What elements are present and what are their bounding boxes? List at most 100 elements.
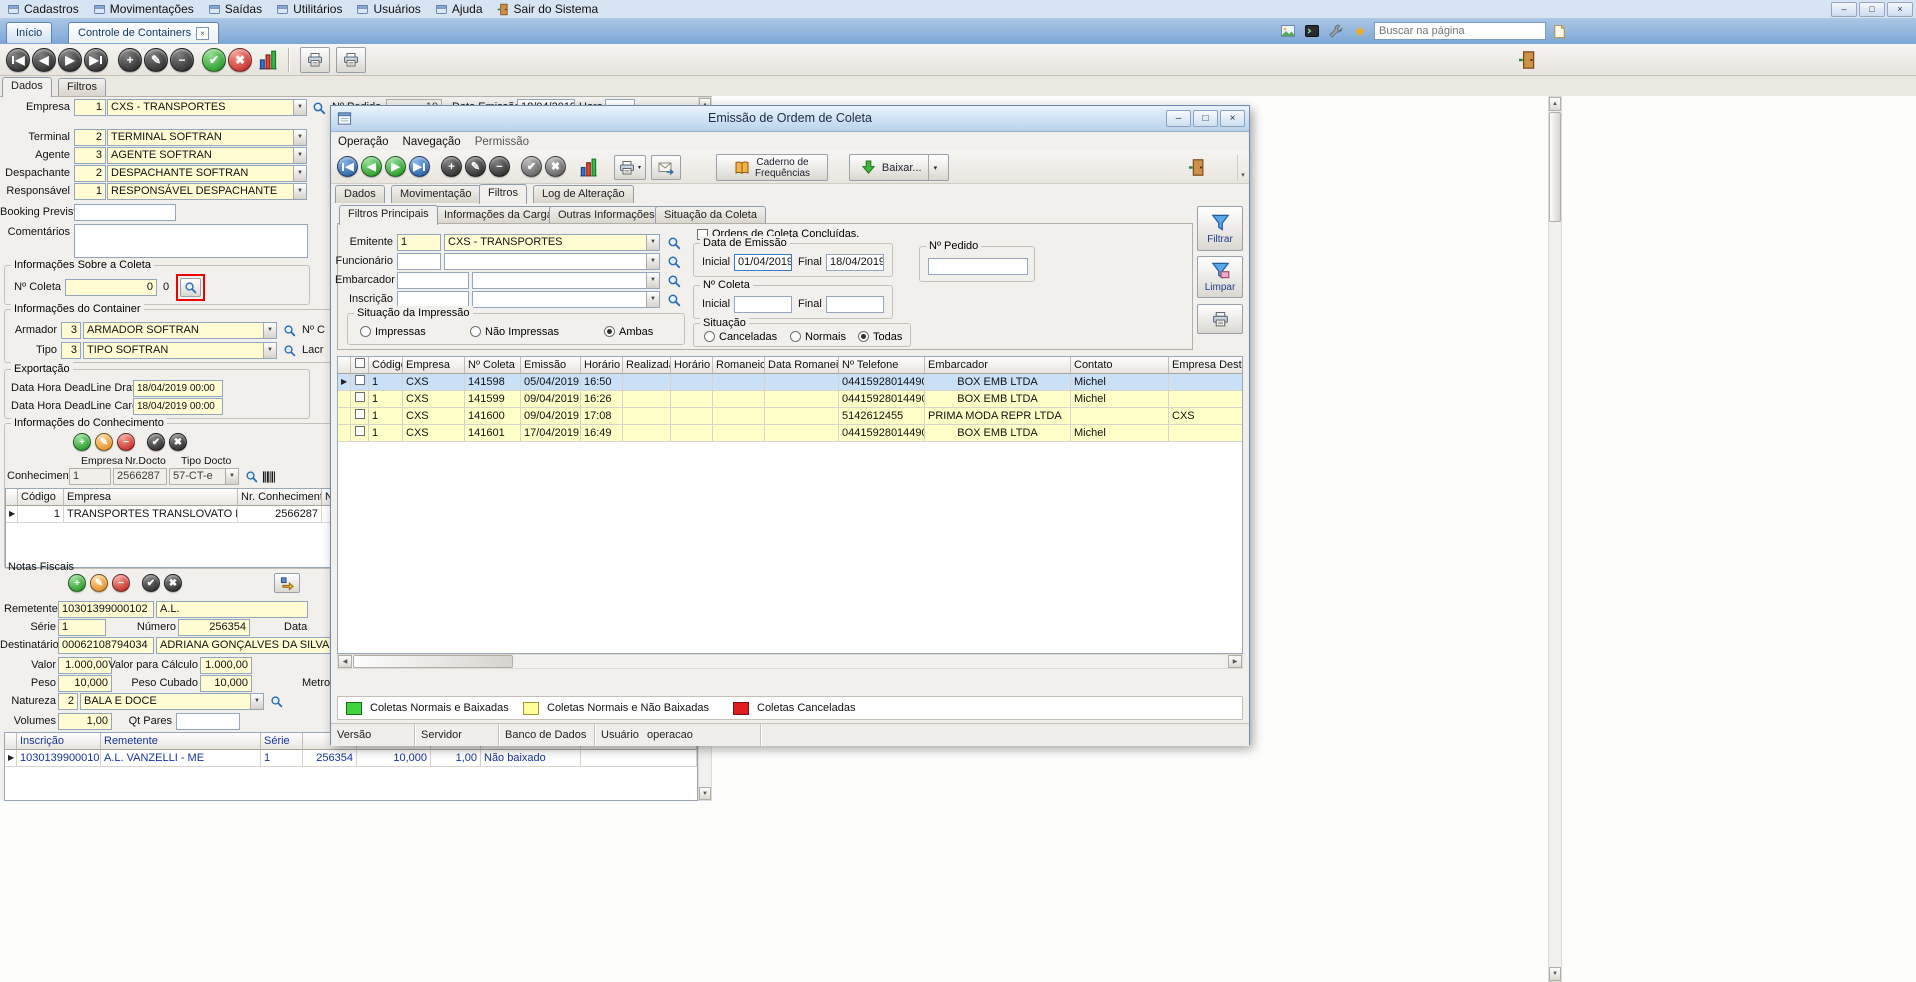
grid-row[interactable]: 1 CXS 141600 09/04/2019 17:08 5142612455… xyxy=(338,408,1242,425)
despachante-combo[interactable]: DESPACHANTE SOFTRAN▼ xyxy=(107,165,307,182)
grid-horizontal-scrollbar[interactable]: ◀ ▶ xyxy=(337,654,1243,669)
window-maximize-button[interactable]: □ xyxy=(1859,2,1885,17)
notas-confirm-button[interactable]: ✔ xyxy=(142,574,160,592)
tab-movimentacao[interactable]: Movimentação xyxy=(391,185,481,203)
scroll-up-button[interactable]: ▲ xyxy=(1549,97,1561,111)
deadline-carga-field[interactable]: 18/04/2019 00:00 xyxy=(133,398,223,415)
dropdown-arrow-icon[interactable]: ▾ xyxy=(638,164,641,171)
emitente-search-icon[interactable] xyxy=(667,236,681,250)
previous-record-button[interactable]: ◀ xyxy=(361,156,382,177)
main-content-scrollbar[interactable]: ▲ ▼ xyxy=(1548,96,1562,982)
tab-filtros[interactable]: Filtros xyxy=(479,184,527,204)
dialog-maximize-button[interactable]: □ xyxy=(1193,110,1218,127)
menu-utilitarios[interactable]: Utilitários xyxy=(269,0,349,18)
first-record-button[interactable]: ◀ xyxy=(337,156,358,177)
conhecimento-search-icon[interactable] xyxy=(245,470,258,483)
natureza-code-field[interactable]: 2 xyxy=(58,693,78,710)
chart-icon[interactable] xyxy=(258,50,278,70)
confirm-button[interactable]: ✔ xyxy=(202,48,226,72)
funcionario-code-field[interactable] xyxy=(397,253,441,270)
caderno-frequencias-button[interactable]: Caderno de Frequências xyxy=(716,154,828,181)
limpar-button[interactable]: Limpar xyxy=(1197,256,1243,298)
tipo-search-icon[interactable] xyxy=(283,344,296,357)
armador-search-icon[interactable] xyxy=(283,324,296,337)
scrollbar-thumb[interactable] xyxy=(353,655,513,668)
comentarios-field[interactable] xyxy=(74,224,308,258)
coleta-inicial-field[interactable] xyxy=(734,296,792,313)
print-button[interactable]: ▾ xyxy=(614,155,646,180)
conhecimento-table[interactable]: Código Empresa Nr. Conhecimento N ▶ 1 TR… xyxy=(5,488,337,568)
chart-icon[interactable] xyxy=(579,158,598,177)
radio-ambas[interactable]: Ambas xyxy=(604,325,653,338)
search-input[interactable] xyxy=(1374,22,1546,40)
add-record-button[interactable]: + xyxy=(441,156,462,177)
grid-row[interactable]: 1 CXS 141599 09/04/2019 16:26 0441592801… xyxy=(338,391,1242,408)
notas-import-button[interactable] xyxy=(274,573,300,593)
responsavel-code-field[interactable]: 1 xyxy=(74,183,106,200)
inscricao-search-icon[interactable] xyxy=(667,293,681,307)
emitente-combo[interactable]: CXS - TRANSPORTES▼ xyxy=(444,234,660,251)
row-checkbox[interactable] xyxy=(355,375,365,385)
radio-todas[interactable]: Todas xyxy=(858,330,902,343)
subtab-situacao-coleta[interactable]: Situação da Coleta xyxy=(655,206,766,224)
tipo-combo[interactable]: TIPO SOFTRAN▼ xyxy=(83,342,277,359)
radio-canceladas[interactable]: Canceladas xyxy=(704,330,777,343)
conhecimento-empresa-field[interactable]: 1 xyxy=(69,468,111,485)
conhecimento-edit-button[interactable]: ✎ xyxy=(95,433,113,451)
chevron-down-icon[interactable]: ▼ xyxy=(250,694,263,709)
console-icon[interactable] xyxy=(1302,21,1322,41)
notas-delete-button[interactable]: − xyxy=(112,574,130,592)
page-icon[interactable] xyxy=(1549,21,1569,41)
radio-nao-impressas[interactable]: Não Impressas xyxy=(470,325,559,338)
notas-edit-button[interactable]: ✎ xyxy=(90,574,108,592)
export-send-button[interactable] xyxy=(651,155,681,180)
embarcador-code-field[interactable] xyxy=(397,272,469,289)
row-checkbox[interactable] xyxy=(355,392,365,402)
numero-field[interactable]: 256354 xyxy=(178,619,250,636)
qt-pares-field[interactable] xyxy=(176,713,240,730)
peso-field[interactable]: 10,000 xyxy=(58,675,112,692)
window-minimize-button[interactable]: – xyxy=(1831,2,1857,17)
print-button[interactable] xyxy=(336,47,366,73)
table-row[interactable]: ▶ 1 TRANSPORTES TRANSLOVATO LTDA 2566287 xyxy=(6,506,336,523)
chevron-down-icon[interactable]: ▼ xyxy=(293,184,306,199)
scrollbar-thumb[interactable] xyxy=(1549,112,1561,222)
print-grid-button[interactable] xyxy=(1197,304,1243,334)
table-row[interactable]: ▶ 10301399000102 A.L. VANZELLI - ME 1 25… xyxy=(5,750,697,767)
n-coleta-field[interactable]: 0 xyxy=(65,279,157,296)
agente-code-field[interactable]: 3 xyxy=(74,147,106,164)
remetente-nome-field[interactable]: A.L. xyxy=(156,601,308,618)
radio-impressas[interactable]: Impressas xyxy=(360,325,426,338)
armador-code-field[interactable]: 3 xyxy=(61,322,81,339)
close-tab-icon[interactable]: × xyxy=(196,27,209,40)
subtab-outras-informacoes[interactable]: Outras Informações xyxy=(549,206,664,224)
tipo-code-field[interactable]: 3 xyxy=(61,342,81,359)
cancel-button[interactable]: ✖ xyxy=(228,48,252,72)
scroll-down-button[interactable]: ▼ xyxy=(1549,967,1561,981)
terminal-code-field[interactable]: 2 xyxy=(74,129,106,146)
menu-usuarios[interactable]: Usuários xyxy=(349,0,427,18)
menu-navegacao[interactable]: Navegação xyxy=(396,132,468,151)
subtab-informacoes-carga[interactable]: Informações da Carga xyxy=(435,206,562,224)
emissao-inicial-field[interactable]: 01/04/2019 xyxy=(734,254,792,271)
dialog-close-button[interactable]: × xyxy=(1220,110,1245,127)
last-record-button[interactable]: ▶ xyxy=(84,48,108,72)
edit-record-button[interactable]: ✎ xyxy=(144,48,168,72)
subtab-filtros-principais[interactable]: Filtros Principais xyxy=(339,205,438,225)
emitente-code-field[interactable]: 1 xyxy=(397,234,441,251)
chevron-down-icon[interactable]: ▼ xyxy=(293,100,306,115)
menu-ajuda[interactable]: Ajuda xyxy=(428,0,490,18)
volumes-field[interactable]: 1,00 xyxy=(58,713,112,730)
empresa-code-field[interactable]: 1 xyxy=(74,99,106,116)
booking-field[interactable] xyxy=(74,204,176,221)
tab-filtros[interactable]: Filtros xyxy=(58,78,106,96)
exit-door-icon[interactable] xyxy=(1188,158,1207,177)
serie-field[interactable]: 1 xyxy=(58,619,106,636)
inscricao-combo[interactable]: ▼ xyxy=(472,291,660,308)
emissao-final-field[interactable]: 18/04/2019 xyxy=(826,254,884,271)
natureza-search-icon[interactable] xyxy=(270,695,283,708)
funcionario-search-icon[interactable] xyxy=(667,255,681,269)
radio-normais[interactable]: Normais xyxy=(790,330,846,343)
dialog-minimize-button[interactable]: – xyxy=(1166,110,1191,127)
chevron-down-icon[interactable]: ▼ xyxy=(225,469,238,484)
